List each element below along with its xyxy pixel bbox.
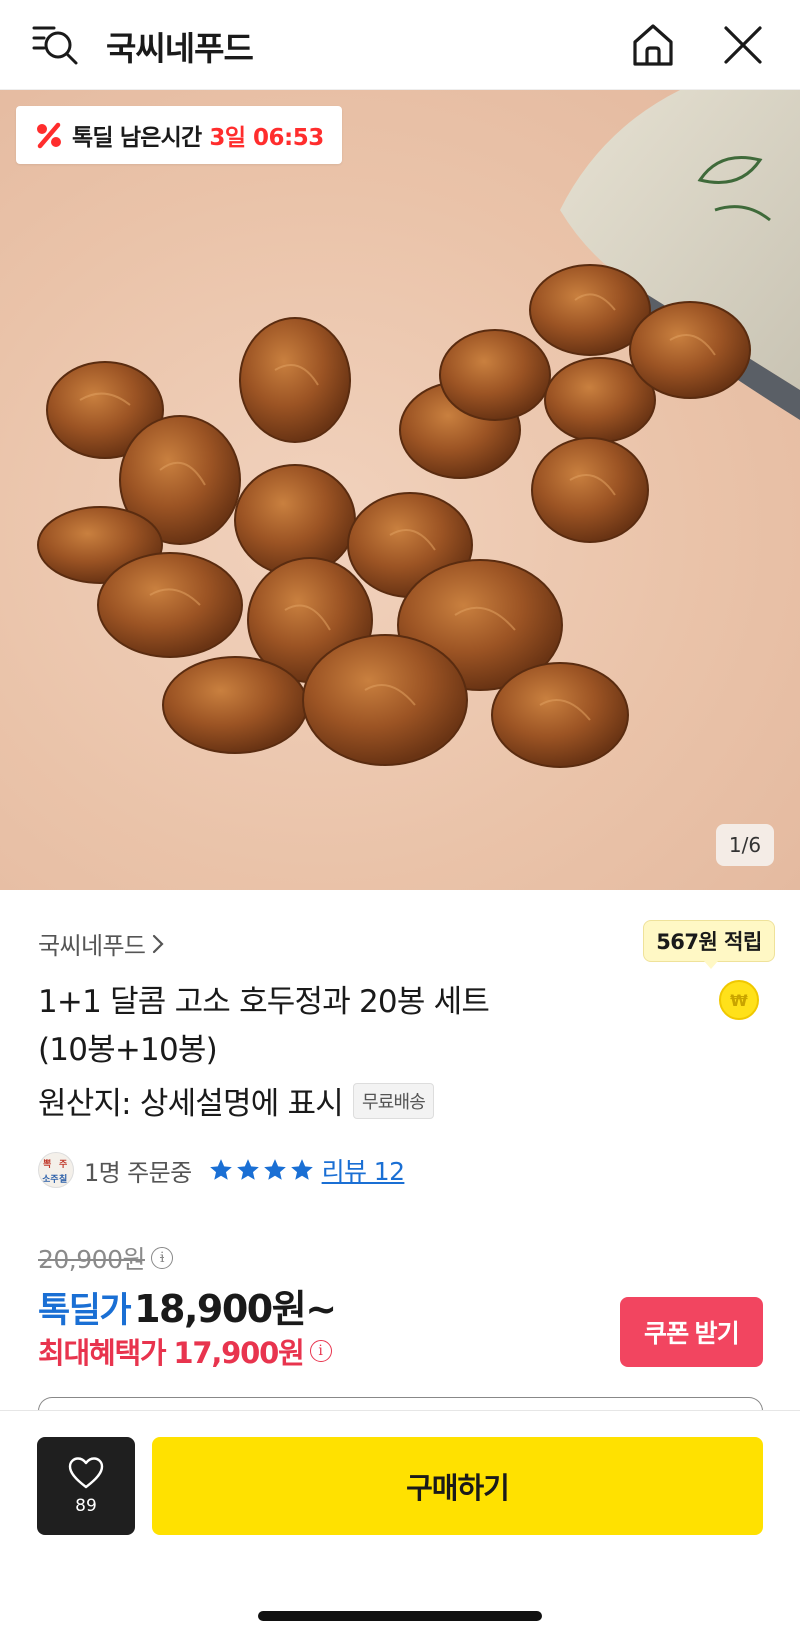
product-title-line2: (10봉+10봉)	[38, 1032, 218, 1068]
original-price: 20,900원 i	[38, 1240, 173, 1276]
product-title: 1+1 달콤 고소 호두정과 20봉 세트 (10봉+10봉)	[38, 978, 598, 1074]
origin-line: 원산지: 상세설명에 표시 무료배송	[38, 1078, 434, 1123]
percent-icon	[37, 122, 61, 149]
avatar: 뽁주 소주칠용	[38, 1152, 74, 1188]
get-coupon-button[interactable]: 쿠폰 받기	[620, 1297, 763, 1367]
max-benefit-label: 최대혜택가	[38, 1336, 167, 1370]
seller-link[interactable]: 국씨네푸드	[38, 926, 165, 961]
coin-icon[interactable]: ₩	[719, 980, 759, 1020]
menu-search-icon[interactable]	[30, 22, 82, 68]
deal-price: 18,900원~	[134, 1287, 337, 1331]
home-indicator	[258, 1611, 542, 1621]
star-icon	[290, 1159, 313, 1180]
rating-stars	[208, 1157, 316, 1183]
star-icon	[263, 1159, 286, 1180]
product-title-line1: 1+1 달콤 고소 호두정과 20봉 세트	[38, 984, 490, 1020]
bottom-action-bar: 89 구매하기	[0, 1410, 800, 1635]
deal-label: 톡딜가	[38, 1291, 132, 1331]
star-icon	[209, 1159, 232, 1180]
info-icon[interactable]: i	[150, 1247, 173, 1269]
order-review-row: 뽁주 소주칠용 1명 주문중 리뷰 12	[38, 1150, 405, 1190]
home-icon[interactable]	[628, 20, 678, 70]
top-header: 국씨네푸드	[0, 0, 800, 90]
info-icon[interactable]: i	[309, 1340, 332, 1362]
star-icon	[236, 1159, 259, 1180]
product-image-carousel[interactable]: 톡딜 남은시간 3일 06:53 1/6	[0, 90, 800, 890]
seller-name: 국씨네푸드	[38, 932, 146, 960]
timer-label: 톡딜 남은시간	[72, 125, 202, 151]
heart-icon	[68, 1457, 104, 1489]
like-count: 89	[75, 1496, 97, 1516]
like-button[interactable]: 89	[37, 1437, 135, 1535]
timer-value: 3일 06:53	[209, 125, 324, 151]
free-shipping-badge: 무료배송	[352, 1082, 434, 1119]
chevron-right-icon	[153, 934, 164, 953]
order-count: 1명 주문중	[84, 1158, 192, 1187]
review-link[interactable]: 리뷰 12	[322, 1152, 405, 1188]
close-icon[interactable]	[720, 22, 766, 68]
buy-button[interactable]: 구매하기	[152, 1437, 763, 1535]
store-title[interactable]: 국씨네푸드	[106, 22, 254, 70]
origin-text: 원산지: 상세설명에 표시	[38, 1086, 344, 1122]
points-badge: 567원 적립	[643, 920, 775, 969]
product-image	[37, 90, 800, 768]
image-page-indicator: 1/6	[716, 824, 774, 866]
deal-timer-badge: 톡딜 남은시간 3일 06:53	[16, 106, 342, 164]
deal-price-row: 톡딜가 18,900원~	[38, 1278, 337, 1333]
max-benefit-row: 최대혜택가 17,900원 i	[38, 1330, 332, 1372]
max-benefit-price: 17,900원	[173, 1336, 304, 1370]
original-price-value: 20,900원	[38, 1245, 145, 1274]
